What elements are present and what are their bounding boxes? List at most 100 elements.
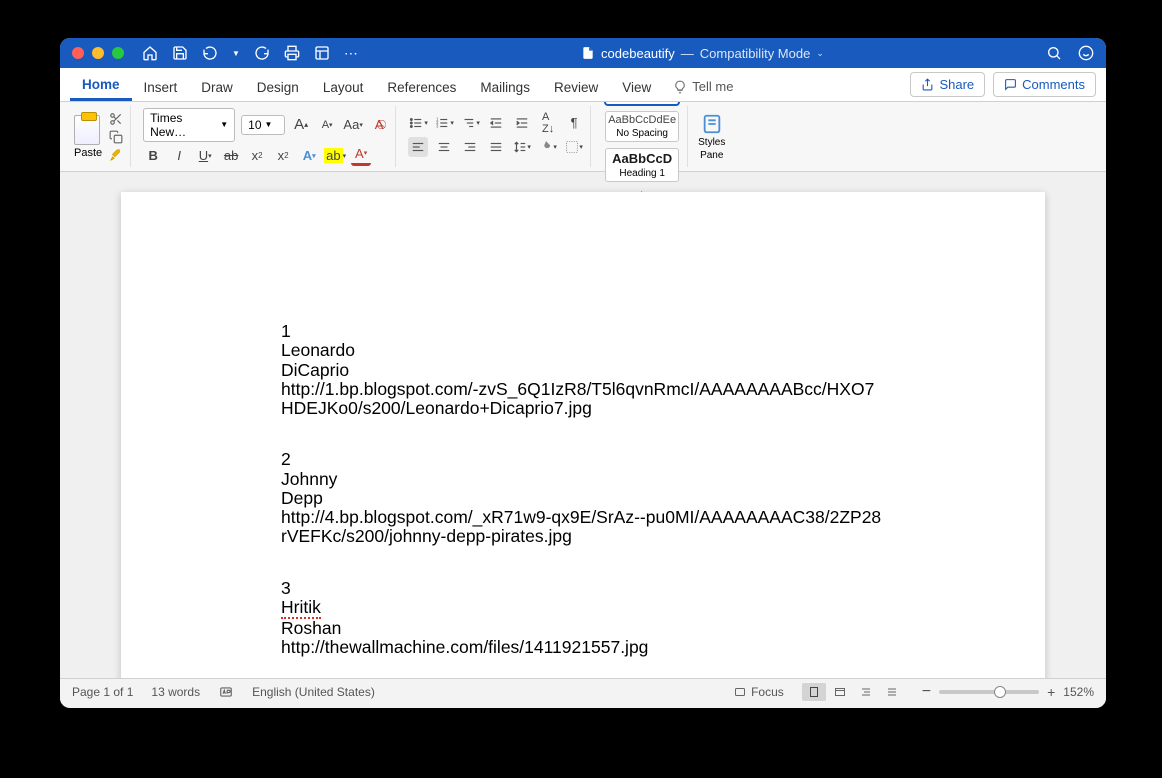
align-left-icon[interactable]	[408, 137, 428, 157]
borders-icon[interactable]: ▾	[564, 137, 584, 157]
styles-group: AaBbCcDdEe Normal AaBbCcDdEe No Spacing …	[597, 106, 688, 167]
tab-mailings[interactable]: Mailings	[468, 73, 542, 101]
titlebar-right	[1046, 45, 1094, 61]
tab-view[interactable]: View	[610, 73, 663, 101]
font-name-select[interactable]: Times New…▼	[143, 108, 235, 142]
zoom-slider[interactable]	[939, 690, 1039, 694]
shrink-font-icon[interactable]: A▾	[317, 115, 337, 135]
numbering-icon[interactable]: 123▾	[434, 113, 454, 133]
zoom-level[interactable]: 152%	[1063, 685, 1094, 699]
underline-icon[interactable]: U▾	[195, 146, 215, 166]
compat-mode: Compatibility Mode	[700, 46, 811, 61]
entry-first: Leonardo	[281, 341, 885, 360]
entry-1: 1 Leonardo DiCaprio http://1.bp.blogspot…	[281, 322, 885, 418]
font-color-icon[interactable]: A▾	[351, 146, 371, 166]
status-words[interactable]: 13 words	[151, 685, 200, 699]
tab-home[interactable]: Home	[70, 70, 132, 101]
paste-icon[interactable]	[74, 115, 100, 145]
search-icon[interactable]	[1046, 45, 1062, 61]
multilevel-icon[interactable]: ▾	[460, 113, 480, 133]
copy-icon[interactable]	[108, 130, 124, 144]
style-name: Heading 1	[619, 168, 665, 179]
bold-icon[interactable]: B	[143, 146, 163, 166]
align-right-icon[interactable]	[460, 137, 480, 157]
redo-icon[interactable]	[254, 45, 270, 61]
tab-layout[interactable]: Layout	[311, 73, 376, 101]
undo-icon[interactable]	[202, 45, 218, 61]
focus-mode[interactable]: Focus	[733, 685, 784, 699]
show-marks-icon[interactable]: ¶	[564, 113, 584, 133]
entry-last: Roshan	[281, 619, 885, 638]
zoom-in[interactable]: +	[1047, 684, 1055, 700]
doc-icon	[581, 45, 595, 61]
tab-insert[interactable]: Insert	[132, 73, 190, 101]
highlight-icon[interactable]: ab▾	[325, 146, 345, 166]
more-icon[interactable]: ⋯	[344, 45, 359, 62]
document-area[interactable]: 1 Leonardo DiCaprio http://1.bp.blogspot…	[60, 172, 1106, 678]
increase-indent-icon[interactable]	[512, 113, 532, 133]
share-button[interactable]: Share	[910, 72, 985, 97]
font-size: 10	[248, 118, 261, 132]
styles-pane-button[interactable]: Styles Pane	[694, 106, 729, 167]
close-window[interactable]	[72, 47, 84, 59]
template-icon[interactable]	[314, 45, 330, 61]
page[interactable]: 1 Leonardo DiCaprio http://1.bp.blogspot…	[121, 192, 1045, 678]
word-window: ▼ ⋯ codebeautify — Compatibility Mode ⌄ …	[60, 38, 1106, 708]
bulb-icon	[673, 80, 687, 94]
minimize-window[interactable]	[92, 47, 104, 59]
entry-last: Depp	[281, 489, 885, 508]
save-icon[interactable]	[172, 45, 188, 61]
paste-label: Paste	[74, 147, 102, 159]
format-painter-icon[interactable]	[108, 148, 124, 162]
maximize-window[interactable]	[112, 47, 124, 59]
title-dropdown-icon[interactable]: ⌄	[816, 48, 824, 59]
change-case-icon[interactable]: Aa▾	[343, 115, 363, 135]
italic-icon[interactable]: I	[169, 146, 189, 166]
clear-format-icon[interactable]: A⃠	[369, 115, 389, 135]
outline-view[interactable]	[854, 683, 878, 701]
text-effects-icon[interactable]: A▾	[299, 146, 319, 166]
sort-icon[interactable]: AZ↓	[538, 113, 558, 133]
home-icon[interactable]	[142, 45, 158, 61]
cut-icon[interactable]	[108, 112, 124, 126]
window-controls	[72, 47, 124, 59]
tab-review[interactable]: Review	[542, 73, 610, 101]
styles-pane-l1: Styles	[698, 137, 725, 148]
entry-url: http://thewallmachine.com/files/14119215…	[281, 638, 885, 657]
zoom-controls: − + 152%	[922, 683, 1094, 701]
tab-draw[interactable]: Draw	[189, 73, 245, 101]
tab-design[interactable]: Design	[245, 73, 311, 101]
grow-font-icon[interactable]: A▴	[291, 115, 311, 135]
status-lang[interactable]: English (United States)	[252, 685, 375, 699]
status-bar: Page 1 of 1 13 words English (United Sta…	[60, 678, 1106, 704]
style-no-spacing[interactable]: AaBbCcDdEe No Spacing	[605, 111, 679, 142]
superscript-icon[interactable]: x2	[273, 146, 293, 166]
filename: codebeautify	[601, 46, 675, 61]
shading-icon[interactable]: ▾	[538, 137, 558, 157]
justify-icon[interactable]	[486, 137, 506, 157]
titlebar: ▼ ⋯ codebeautify — Compatibility Mode ⌄	[60, 38, 1106, 68]
subscript-icon[interactable]: x2	[247, 146, 267, 166]
tab-references[interactable]: References	[375, 73, 468, 101]
strikethrough-icon[interactable]: ab	[221, 146, 241, 166]
draft-view[interactable]	[880, 683, 904, 701]
style-heading-1[interactable]: AaBbCcD Heading 1	[605, 148, 679, 182]
bullets-icon[interactable]: ▾	[408, 113, 428, 133]
status-page[interactable]: Page 1 of 1	[72, 685, 133, 699]
web-layout-view[interactable]	[828, 683, 852, 701]
font-size-select[interactable]: 10▼	[241, 115, 285, 135]
view-buttons	[802, 683, 904, 701]
undo-dropdown[interactable]: ▼	[232, 49, 240, 58]
decrease-indent-icon[interactable]	[486, 113, 506, 133]
line-spacing-icon[interactable]: ▾	[512, 137, 532, 157]
spellcheck-icon[interactable]	[218, 685, 234, 699]
print-layout-view[interactable]	[802, 683, 826, 701]
feedback-icon[interactable]	[1078, 45, 1094, 61]
comments-button[interactable]: Comments	[993, 72, 1096, 97]
tell-me[interactable]: Tell me	[663, 72, 743, 101]
align-center-icon[interactable]	[434, 137, 454, 157]
zoom-out[interactable]: −	[922, 683, 931, 701]
print-icon[interactable]	[284, 45, 300, 61]
entry-number: 2	[281, 450, 885, 469]
style-preview: AaBbCcD	[612, 151, 672, 166]
